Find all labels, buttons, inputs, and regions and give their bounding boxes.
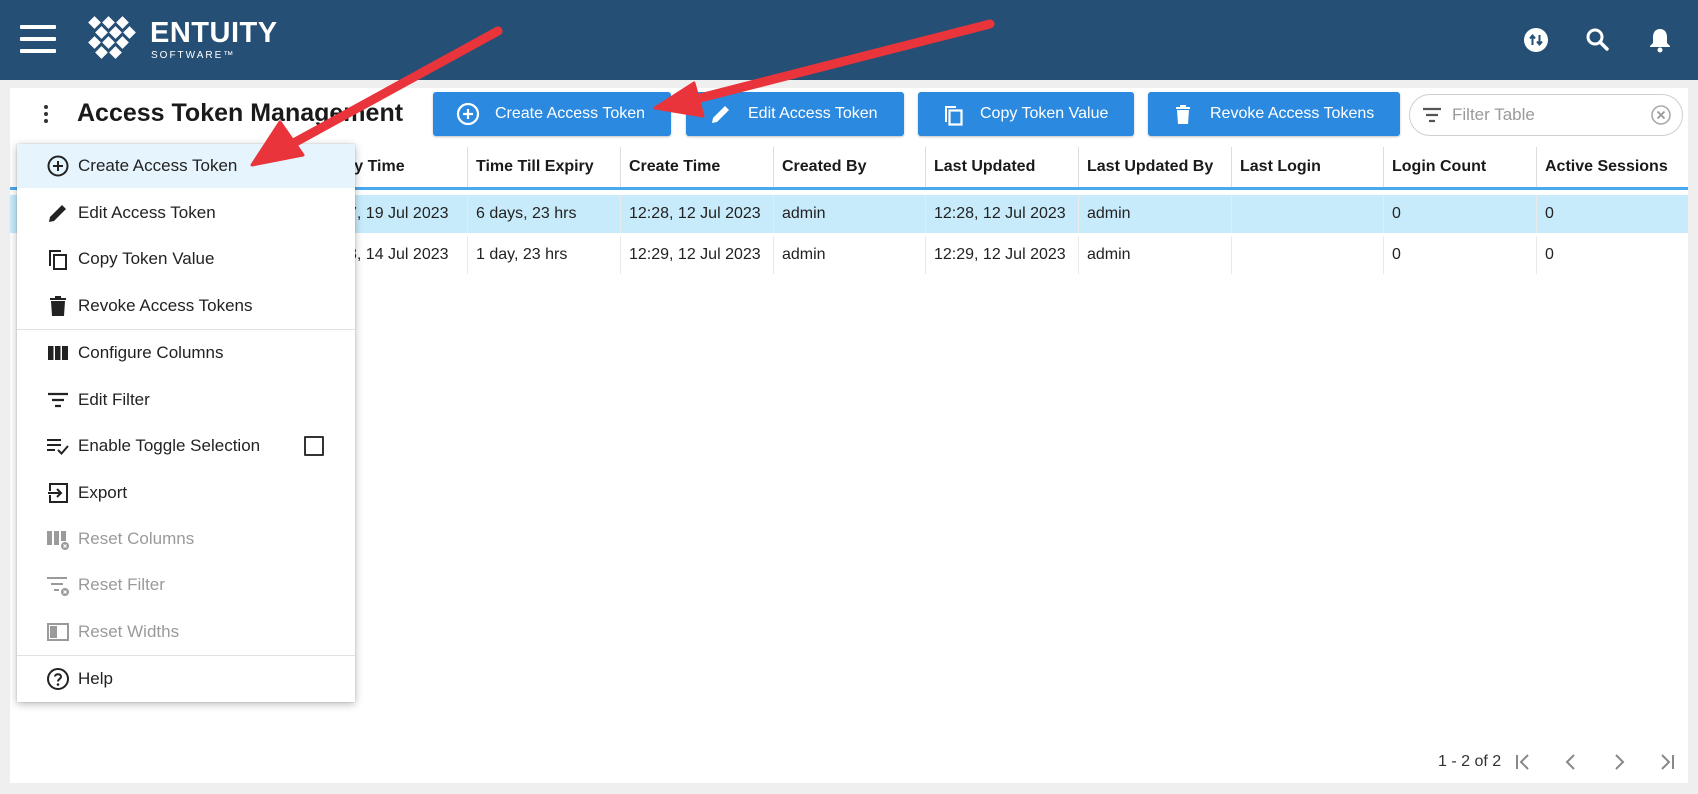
export-icon (45, 480, 71, 506)
column-header-expiry-time[interactable]: ry Time (340, 147, 468, 187)
cell-active-sessions: 0 (1545, 246, 1554, 263)
reset-filter-icon (45, 572, 71, 598)
cell-last-updated: 12:28, 12 Jul 2023 (926, 195, 1079, 233)
pencil-icon (712, 106, 729, 123)
previous-page-icon[interactable] (1559, 750, 1583, 774)
create-access-token-label: Create Access Token (495, 105, 646, 122)
menu-divider (17, 329, 355, 330)
page-title: Access Token Management (77, 99, 404, 127)
search-icon[interactable] (1582, 24, 1614, 56)
cell-active-sessions: 0 (1545, 205, 1554, 222)
cell-last-updated-by: admin (1079, 236, 1232, 274)
menu-item-label: Edit Access Token (78, 203, 216, 222)
menu-item-export[interactable]: Export (17, 471, 355, 515)
help-icon (45, 666, 71, 692)
cell-last-login (1232, 236, 1384, 274)
column-header-login-count[interactable]: Login Count (1384, 147, 1537, 187)
context-menu: Create Access Token Edit Access Token Co… (17, 144, 355, 702)
add-circle-icon (45, 153, 71, 179)
first-page-icon[interactable] (1511, 750, 1535, 774)
column-header-last-updated[interactable]: Last Updated (926, 147, 1079, 187)
cell-last-updated: 12:29, 12 Jul 2023 (926, 236, 1079, 274)
menu-item-label: Enable Toggle Selection (78, 436, 261, 455)
menu-item-label: Reset Widths (78, 622, 180, 641)
menu-item-label: Export (78, 483, 128, 502)
menu-item-label: Configure Columns (78, 343, 224, 362)
clear-filter-icon[interactable] (1650, 104, 1672, 126)
last-page-icon[interactable] (1655, 750, 1679, 774)
menu-item-reset-widths: Reset Widths (17, 610, 355, 654)
menu-item-create-access-token[interactable]: Create Access Token (17, 144, 355, 188)
pagination-range: 1 - 2 of 2 (1438, 753, 1502, 770)
column-header-active-sessions[interactable]: Active Sessions (1537, 147, 1688, 187)
trash-icon (45, 293, 71, 319)
menu-divider (17, 655, 355, 656)
menu-item-edit-access-token[interactable]: Edit Access Token (17, 191, 355, 235)
create-access-token-button[interactable]: Create Access Token (433, 92, 671, 136)
menu-item-label: Help (78, 669, 113, 688)
cell-last-updated-by: admin (1079, 195, 1232, 233)
cell-time-till-expiry: 6 days, 23 hrs (468, 195, 621, 233)
cell-login-count: 0 (1384, 236, 1537, 274)
column-header-last-login[interactable]: Last Login (1232, 147, 1384, 187)
menu-item-label: Edit Filter (78, 390, 150, 409)
reset-widths-icon (45, 619, 71, 645)
column-header-last-updated-by[interactable]: Last Updated By (1079, 147, 1232, 187)
menu-item-label: Reset Filter (78, 575, 165, 594)
copy-icon (945, 106, 963, 126)
menu-icon[interactable] (20, 25, 56, 53)
filter-table-field (1409, 94, 1683, 136)
cell-last-login (1232, 195, 1384, 233)
menu-item-label: Create Access Token (78, 156, 238, 175)
edit-access-token-button[interactable]: Edit Access Token (686, 92, 904, 136)
top-app-bar: ENTUITY SOFTWARE™ (0, 0, 1698, 80)
bell-icon[interactable] (1644, 24, 1676, 56)
next-page-icon[interactable] (1607, 750, 1631, 774)
reset-columns-icon (45, 526, 71, 552)
filter-table-input[interactable] (1450, 103, 1644, 127)
toggle-selection-checkbox[interactable] (304, 436, 324, 456)
edit-access-token-label: Edit Access Token (748, 105, 878, 122)
copy-icon (45, 246, 71, 272)
filter-icon (1423, 107, 1441, 123)
brand-name: ENTUITY (150, 17, 278, 49)
cell-login-count: 0 (1384, 195, 1537, 233)
pencil-icon (45, 200, 71, 226)
revoke-access-tokens-button[interactable]: Revoke Access Tokens (1148, 92, 1400, 136)
trash-icon (1176, 105, 1190, 124)
entuity-logo: ENTUITY SOFTWARE™ (84, 16, 277, 67)
column-header-create-time[interactable]: Create Time (621, 147, 774, 187)
brand-subtitle: SOFTWARE™ (151, 50, 236, 61)
column-header-created-by[interactable]: Created By (774, 147, 926, 187)
menu-item-enable-toggle-selection[interactable]: Enable Toggle Selection (17, 424, 355, 468)
menu-item-reset-filter: Reset Filter (17, 563, 355, 607)
menu-item-label: Reset Columns (78, 529, 195, 548)
cell-created-by: admin (774, 236, 926, 274)
menu-item-configure-columns[interactable]: Configure Columns (17, 331, 355, 375)
cell-expiry-time: 7, 19 Jul 2023 (340, 195, 468, 233)
menu-item-copy-token-value[interactable]: Copy Token Value (17, 237, 355, 281)
cell-time-till-expiry: 1 day, 23 hrs (468, 236, 621, 274)
copy-token-value-label: Copy Token Value (980, 105, 1109, 122)
copy-token-value-button[interactable]: Copy Token Value (918, 92, 1134, 136)
menu-item-edit-filter[interactable]: Edit Filter (17, 378, 355, 422)
cell-expiry-time: 8, 14 Jul 2023 (340, 236, 468, 274)
revoke-access-tokens-label: Revoke Access Tokens (1210, 105, 1375, 122)
logo-mark-icon (88, 16, 136, 59)
add-circle-icon (456, 102, 480, 126)
cell-create-time: 12:29, 12 Jul 2023 (621, 236, 774, 274)
column-header-time-till-expiry[interactable]: Time Till Expiry (468, 147, 621, 187)
more-options-icon[interactable] (36, 102, 56, 126)
menu-item-help[interactable]: Help (17, 657, 355, 701)
menu-item-revoke-access-tokens[interactable]: Revoke Access Tokens (17, 284, 355, 328)
menu-item-label: Copy Token Value (78, 249, 215, 268)
menu-item-reset-columns: Reset Columns (17, 517, 355, 561)
filter-icon (45, 387, 71, 413)
sync-icon[interactable] (1520, 24, 1552, 56)
checklist-icon (45, 433, 71, 459)
menu-item-label: Revoke Access Tokens (78, 296, 253, 315)
cell-create-time: 12:28, 12 Jul 2023 (621, 195, 774, 233)
columns-icon (45, 340, 71, 366)
cell-created-by: admin (774, 195, 926, 233)
